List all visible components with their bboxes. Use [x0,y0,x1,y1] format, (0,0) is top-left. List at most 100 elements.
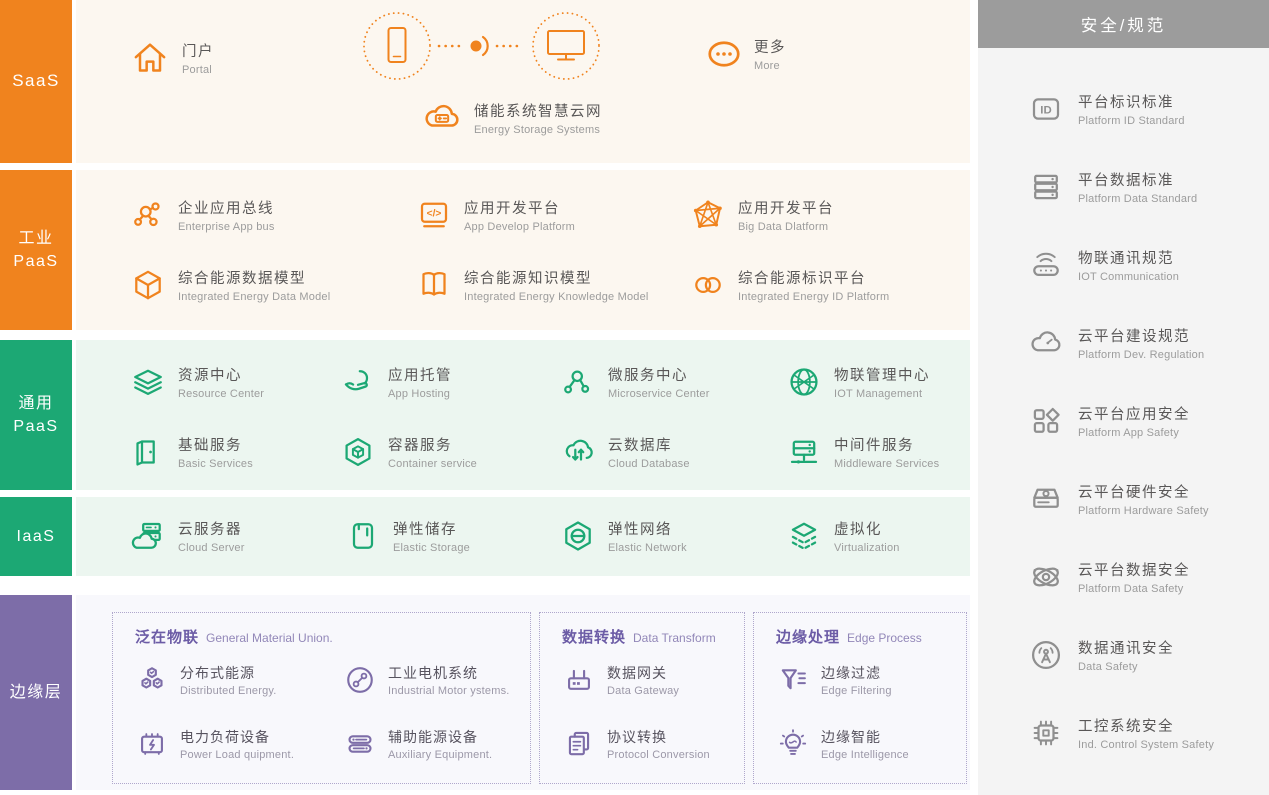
item-title: 虚拟化 [834,518,900,539]
item-title: 更多 [754,36,786,57]
edge-item: 分布式能源 Distributed Energy. [135,659,343,701]
item-subtitle: App Develop Platform [464,221,575,233]
panel-header: 边缘处理 Edge Process [776,626,966,647]
sidebar-item: 物联通讯规范 IOT Communication [978,226,1269,304]
item-subtitle: Integrated Energy Data Model [178,291,330,303]
sidebar-item: 数据通讯安全 Data Safety [978,616,1269,694]
storage-card-icon [345,518,381,554]
cube-icon [130,267,166,303]
item-title: 辅助能源设备 [388,727,492,747]
industrial-paas-row: 企业应用总线 Enterprise App bus </> 应用开发平台 App… [76,170,970,330]
door-icon [130,434,166,470]
iaas-row: 云服务器 Cloud Server 弹性储存 Elastic Storage 弹… [76,497,970,576]
item-title: 云平台数据安全 [1078,559,1190,580]
platform-item: 云服务器 Cloud Server [130,514,345,558]
id-badge-icon: ID [1028,91,1064,127]
item-subtitle: Portal [182,64,214,76]
layer-label: 通用 [18,392,53,415]
panel-subtitle: Edge Process [847,631,922,645]
item-title: 微服务中心 [608,364,710,385]
svg-text:ID: ID [1040,104,1051,116]
industrial-paas-grid: 企业应用总线 Enterprise App bus </> 应用开发平台 App… [130,193,960,307]
saas-row: 门户 Portal 更多 More [76,0,970,163]
item-subtitle: Microservice Center [608,388,710,400]
layer-band-industrial-paas: 工业 PaaS [0,170,72,330]
item-subtitle: Protocol Conversion [607,749,710,761]
item-title: 弹性储存 [393,518,470,539]
item-title: 应用开发平台 [738,197,834,218]
item-subtitle: Cloud Server [178,542,245,554]
item-subtitle: Integrated Energy Knowledge Model [464,291,649,303]
platform-item: 物联管理中心 IOT Management [786,360,966,404]
item-title: 应用托管 [388,364,452,385]
rings-icon [690,267,726,303]
device-link-graphic [357,6,607,86]
item-title: 工业电机系统 [388,663,510,683]
layer-label: 工业 [18,227,53,250]
item-subtitle: Platform App Safety [1078,427,1190,439]
platform-item: 基础服务 Basic Services [130,430,340,474]
item-title: 容器服务 [388,434,477,455]
item-subtitle: Energy Storage Systems [474,124,602,136]
item-title: 数据网关 [607,663,679,683]
phone-icon [364,13,430,79]
platform-item: 资源中心 Resource Center [130,360,340,404]
panel-header: 泛在物联 General Material Union. [135,626,530,647]
edge-item: 边缘智能 Edge Intelligence [776,723,946,765]
code-icon: </> [416,197,452,233]
item-subtitle: Platform Data Safety [1078,583,1190,595]
globe-icon [786,364,822,400]
platform-item: 应用开发平台 Big Data Dlatform [690,193,960,237]
capsules-icon [343,727,377,761]
edge-panel-process: 边缘处理 Edge Process 边缘过滤 Edge Filtering 边缘智… [753,612,967,784]
panel-title: 边缘处理 [776,629,840,646]
edge-item: 边缘过滤 Edge Filtering [776,659,946,701]
general-paas-grid: 资源中心 Resource Center 应用托管 App Hosting 微服… [130,360,966,474]
item-subtitle: Enterprise App bus [178,221,275,233]
layer-band-saas: SaaS [0,0,72,163]
power-load-icon [135,727,169,761]
layer-label: PaaS [13,415,58,438]
panel-title: 泛在物联 [135,629,199,646]
atom-icon [1028,559,1064,595]
item-title: 平台数据标准 [1078,169,1197,190]
item-subtitle: Elastic Storage [393,542,470,554]
shapes-icon [1028,403,1064,439]
platform-item: 应用托管 App Hosting [340,360,560,404]
layer-band-iaas: IaaS [0,497,72,576]
svg-text:</>: </> [427,209,442,220]
iaas-grid: 云服务器 Cloud Server 弹性储存 Elastic Storage 弹… [130,514,966,558]
cloud-server-icon [130,518,166,554]
item-subtitle: More [754,60,786,72]
sidebar-item: 云平台硬件安全 Platform Hardware Safety [978,460,1269,538]
item-subtitle: Cloud Database [608,458,690,470]
iot-router-icon [1028,247,1064,283]
panel-grid: 边缘过滤 Edge Filtering 边缘智能 Edge Intelligen… [776,659,966,765]
molecule-icon [130,197,166,233]
item-title: 资源中心 [178,364,264,385]
panel-header: 数据转换Data Transform [562,626,744,647]
platform-item: 云数据库 Cloud Database [560,430,786,474]
layer-label: 边缘层 [10,681,63,704]
item-subtitle: Data Gateway [607,685,679,697]
funnel-icon [776,663,810,697]
item-subtitle: IOT Management [834,388,930,400]
sidebar-item: 云平台建设规范 Platform Dev. Regulation [978,304,1269,382]
item-title: 门户 [182,40,214,61]
layer-band-edge: 边缘层 [0,595,72,790]
item-subtitle: Basic Services [178,458,253,470]
item-subtitle: Middleware Services [834,458,939,470]
documents-icon [562,727,596,761]
motor-icon [343,663,377,697]
panel-subtitle: General Material Union. [206,631,333,645]
cloud-battery-icon [422,98,462,138]
item-title: 电力负荷设备 [180,727,294,747]
gateway-icon [562,663,596,697]
open-book-icon [416,267,452,303]
item-title: 综合能源知识模型 [464,267,649,288]
layers-icon [130,364,166,400]
cloud-icon [1028,325,1064,361]
item-subtitle: Power Load quipment. [180,749,294,761]
sidebar-item: 云平台应用安全 Platform App Safety [978,382,1269,460]
edge-item: 数据网关 Data Gateway [562,659,732,701]
